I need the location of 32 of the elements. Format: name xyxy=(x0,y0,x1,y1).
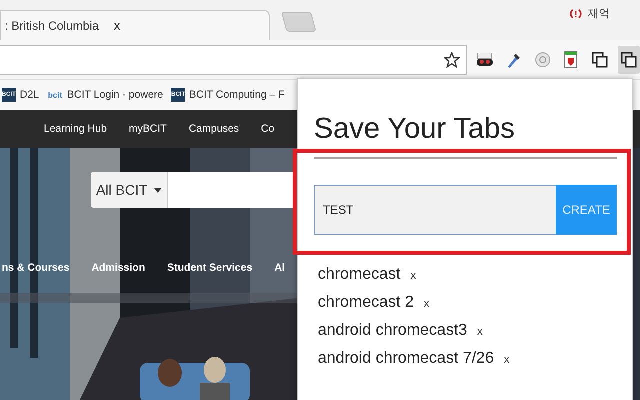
remove-button[interactable]: x xyxy=(477,326,483,338)
bookmark-link[interactable]: BCIT Computing – F xyxy=(189,89,285,101)
saved-session-link[interactable]: chromecast xyxy=(318,266,401,284)
saved-session-link[interactable]: android chromecast3 xyxy=(318,322,468,340)
remove-button[interactable]: x xyxy=(504,354,510,366)
circle-icon xyxy=(534,52,551,68)
close-tab-button[interactable]: x xyxy=(114,18,120,33)
scope-dropdown[interactable]: All BCIT xyxy=(91,172,168,208)
nav-link[interactable]: Al xyxy=(274,262,286,274)
saved-session-link[interactable]: chromecast 2 xyxy=(318,294,414,312)
extension-button[interactable] xyxy=(618,46,640,74)
bookmark-link[interactable]: D2L xyxy=(20,89,40,101)
copy-icon xyxy=(592,52,608,68)
popup-title: Save Your Tabs xyxy=(314,112,516,147)
nav-link[interactable]: Campuses xyxy=(188,123,240,135)
copy-icon xyxy=(621,52,638,68)
saved-session-link[interactable]: android chromecast 7/26 xyxy=(318,350,494,368)
nav-link[interactable]: Student Services xyxy=(167,262,253,274)
caret-icon xyxy=(154,188,162,192)
bookmark-link[interactable]: BCIT Login - powere xyxy=(67,89,164,101)
remove-button[interactable]: x xyxy=(424,298,430,310)
nav-link[interactable]: Learning Hub xyxy=(44,123,108,135)
remove-button[interactable]: x xyxy=(410,270,416,282)
star-icon[interactable] xyxy=(444,52,460,68)
tab-name-input[interactable]: TEST xyxy=(314,185,556,235)
profile-name[interactable]: 재억 xyxy=(588,6,610,21)
nav-link[interactable]: myBCIT xyxy=(129,123,167,135)
nav-link[interactable]: ns & Courses xyxy=(2,262,70,274)
nav-link[interactable]: Co xyxy=(261,123,275,135)
favicon-icon: bcit xyxy=(47,88,64,102)
browser-tab[interactable]: : British Columbia x xyxy=(0,10,270,40)
shield-icon xyxy=(564,50,578,68)
